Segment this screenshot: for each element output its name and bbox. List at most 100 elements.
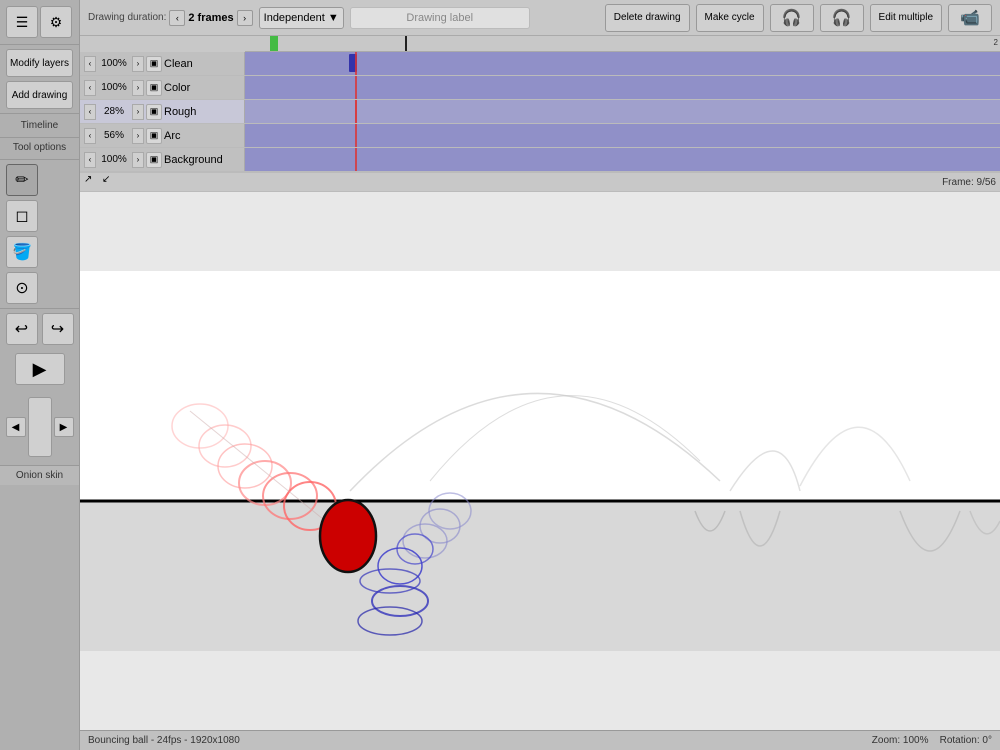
clean-pct: 100% bbox=[98, 58, 130, 69]
bg-pct-prev[interactable]: ‹ bbox=[84, 152, 96, 168]
independent-dropdown[interactable]: Independent ▼ bbox=[259, 7, 344, 29]
opacity-slider[interactable] bbox=[28, 397, 52, 457]
bg-layer-name: Background bbox=[164, 154, 240, 166]
tool-options-section: Tool options bbox=[0, 137, 79, 160]
layer-controls-color: ‹ 100% › ▣ Color bbox=[80, 76, 245, 99]
headphones2-icon-button[interactable]: 🎧 bbox=[820, 4, 864, 32]
rotation-info: Rotation: 0° bbox=[940, 735, 992, 746]
arc-pct-prev[interactable]: ‹ bbox=[84, 128, 96, 144]
modify-layers-button[interactable]: Modify layers bbox=[6, 49, 73, 77]
delete-drawing-button[interactable]: Delete drawing bbox=[605, 4, 690, 32]
slider-left-btn[interactable]: ◀ bbox=[6, 417, 26, 437]
timeline-layers: ‹ 100% › ▣ Clean ‹ 100% › ▣ bbox=[80, 52, 1000, 172]
dropdown-arrow-icon: ▼ bbox=[328, 12, 339, 24]
rough-pct-next[interactable]: › bbox=[132, 104, 144, 120]
clean-pct-prev[interactable]: ‹ bbox=[84, 56, 96, 72]
clean-layer-frames[interactable] bbox=[245, 52, 1000, 75]
edit-multiple-label: Edit multiple bbox=[879, 12, 933, 23]
rough-layer-frames[interactable] bbox=[245, 100, 1000, 123]
arc-layer-icon: ▣ bbox=[146, 128, 162, 144]
color-layer-frames[interactable] bbox=[245, 76, 1000, 99]
timeline-ruler: 2 bbox=[245, 36, 1000, 52]
undo-button[interactable]: ↩ bbox=[6, 313, 38, 345]
layer-row-background: ‹ 100% › ▣ Background bbox=[80, 148, 1000, 172]
clean-playhead bbox=[355, 52, 357, 75]
duration-next-btn[interactable]: › bbox=[237, 10, 253, 26]
drawing-label-input[interactable]: Drawing label bbox=[350, 7, 530, 29]
timeline-area: 2 ‹ 100% › ▣ Clean bbox=[80, 36, 1000, 192]
clean-layer-icon: ▣ bbox=[146, 56, 162, 72]
drawing-duration: Drawing duration: ‹ 2 frames › bbox=[88, 10, 253, 26]
sidebar-top-buttons: ☰ ⚙ bbox=[0, 0, 79, 45]
layer-row-arc: ‹ 56% › ▣ Arc bbox=[80, 124, 1000, 148]
main-content: Drawing duration: ‹ 2 frames › Independe… bbox=[80, 0, 1000, 750]
undo-redo: ↩ ↪ bbox=[0, 313, 79, 345]
drawing-label-placeholder: Drawing label bbox=[406, 12, 473, 24]
color-pct-prev[interactable]: ‹ bbox=[84, 80, 96, 96]
edit-multiple-button[interactable]: Edit multiple bbox=[870, 4, 942, 32]
clean-layer-name: Clean bbox=[164, 58, 240, 70]
headphones-icon-button[interactable]: 🎧 bbox=[770, 4, 814, 32]
redo-button[interactable]: ↪ bbox=[42, 313, 74, 345]
fill-tool-button[interactable]: 🪣 bbox=[6, 236, 38, 268]
zoom-info: Zoom: 100% bbox=[872, 735, 929, 746]
make-cycle-label: Make cycle bbox=[705, 12, 755, 23]
arc-layer-frames[interactable] bbox=[245, 124, 1000, 147]
drawing-duration-label: Drawing duration: bbox=[88, 12, 166, 23]
bg-pct: 100% bbox=[98, 154, 130, 165]
bg-pct-next[interactable]: › bbox=[132, 152, 144, 168]
clean-pct-next[interactable]: › bbox=[132, 56, 144, 72]
timeline-label: Timeline bbox=[0, 114, 79, 137]
layer-controls-rough: ‹ 28% › ▣ Rough bbox=[80, 100, 245, 123]
statusbar: Bouncing ball - 24fps - 1920x1080 Zoom: … bbox=[80, 730, 1000, 750]
timeline-footer: ↗ ↙ Frame: 9/56 bbox=[80, 172, 1000, 192]
layer-controls-background: ‹ 100% › ▣ Background bbox=[80, 148, 245, 171]
camera-icon-button[interactable]: 📹 bbox=[948, 4, 992, 32]
layer-row-clean: ‹ 100% › ▣ Clean bbox=[80, 52, 1000, 76]
zoom-expand-icon[interactable]: ↗ bbox=[84, 174, 100, 190]
layer-controls-clean: ‹ 100% › ▣ Clean bbox=[80, 52, 245, 75]
zoom-collapse-icon[interactable]: ↙ bbox=[102, 174, 118, 190]
play-button[interactable]: ▶ bbox=[15, 353, 65, 385]
layer-row-color: ‹ 100% › ▣ Color bbox=[80, 76, 1000, 100]
ruler-marker bbox=[270, 36, 278, 51]
toolbar: Drawing duration: ‹ 2 frames › Independe… bbox=[80, 0, 1000, 36]
onion-skin-label: Onion skin bbox=[0, 466, 79, 485]
arc-pct: 56% bbox=[98, 130, 130, 141]
slider-right-btn[interactable]: ▶ bbox=[54, 417, 74, 437]
duration-prev-btn[interactable]: ‹ bbox=[169, 10, 185, 26]
hamburger-button[interactable]: ☰ bbox=[6, 6, 38, 38]
independent-label: Independent bbox=[264, 12, 325, 24]
rough-layer-name: Rough bbox=[164, 106, 240, 118]
color-layer-icon: ▣ bbox=[146, 80, 162, 96]
rough-playhead bbox=[355, 100, 357, 123]
gear-button[interactable]: ⚙ bbox=[40, 6, 72, 38]
arc-layer-name: Arc bbox=[164, 130, 240, 142]
make-cycle-button[interactable]: Make cycle bbox=[696, 4, 764, 32]
drawing-tools: ✏ ◻ 🪣 ⊙ bbox=[0, 160, 79, 309]
canvas-area[interactable] bbox=[80, 192, 1000, 730]
statusbar-left: Bouncing ball - 24fps - 1920x1080 bbox=[88, 735, 240, 746]
color-layer-name: Color bbox=[164, 82, 240, 94]
layer-row-rough: ‹ 28% › ▣ Rough bbox=[80, 100, 1000, 124]
sidebar: ☰ ⚙ Modify layers Add drawing Timeline T… bbox=[0, 0, 80, 750]
eraser-tool-button[interactable]: ◻ bbox=[6, 200, 38, 232]
layer-controls-arc: ‹ 56% › ▣ Arc bbox=[80, 124, 245, 147]
rough-pct: 28% bbox=[98, 106, 130, 117]
color-playhead bbox=[355, 76, 357, 99]
color-pct-next[interactable]: › bbox=[132, 80, 144, 96]
lasso-tool-button[interactable]: ⊙ bbox=[6, 272, 38, 304]
zoom-icons: ↗ ↙ bbox=[84, 174, 118, 190]
arc-playhead bbox=[355, 124, 357, 147]
slider-row: ◀ ▶ bbox=[6, 397, 74, 457]
ruler-end-label: 2 bbox=[994, 38, 998, 47]
drawing-canvas bbox=[80, 192, 1000, 730]
rough-pct-prev[interactable]: ‹ bbox=[84, 104, 96, 120]
add-drawing-button[interactable]: Add drawing bbox=[6, 81, 73, 109]
pencil-tool-button[interactable]: ✏ bbox=[6, 164, 38, 196]
delete-drawing-label: Delete drawing bbox=[614, 12, 681, 23]
frame-info: Frame: 9/56 bbox=[942, 177, 996, 188]
color-pct: 100% bbox=[98, 82, 130, 93]
arc-pct-next[interactable]: › bbox=[132, 128, 144, 144]
bg-layer-frames[interactable] bbox=[245, 148, 1000, 171]
